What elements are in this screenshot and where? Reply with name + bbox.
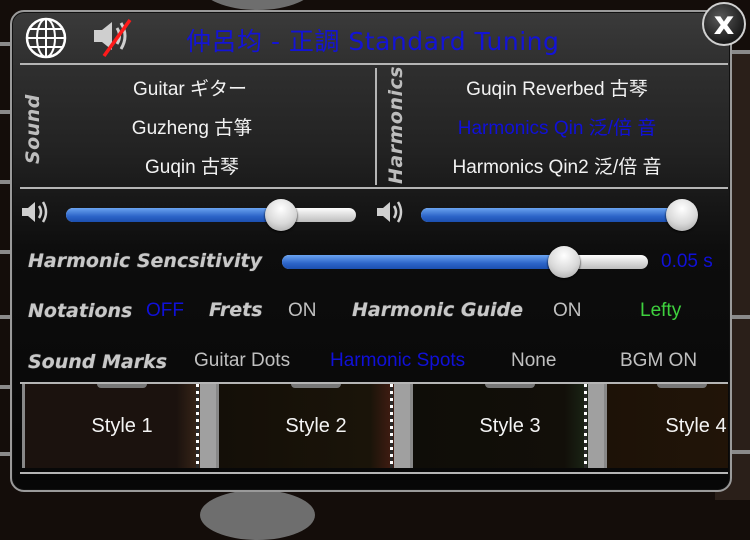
tile-separator <box>200 384 216 468</box>
speaker-muted-icon[interactable] <box>90 14 142 58</box>
style-label: Style 4 <box>665 415 727 437</box>
speaker-icon <box>377 201 403 223</box>
frets-toggle[interactable]: ON <box>288 300 317 322</box>
bgm-toggle[interactable]: BGM ON <box>620 350 697 372</box>
close-button[interactable]: x <box>702 2 746 46</box>
notations-label: Notations <box>28 300 133 322</box>
tile-notch <box>485 384 535 388</box>
section-divider <box>375 68 377 185</box>
sound-mark-guitar-dots[interactable]: Guitar Dots <box>194 350 290 372</box>
background-knob <box>200 0 315 10</box>
tile-separator <box>588 384 604 468</box>
slider-fill <box>282 255 564 269</box>
harmonics-option-qin2[interactable]: Harmonics Qin2 泛/倍 音 <box>452 152 661 179</box>
speaker-icon <box>22 201 48 223</box>
harmonics-option-qin[interactable]: Harmonics Qin 泛/倍 音 <box>458 113 656 140</box>
style-tile-2[interactable]: Style 2 <box>216 384 413 468</box>
divider <box>20 187 728 189</box>
sound-mark-harmonic-spots[interactable]: Harmonic Spots <box>330 350 465 372</box>
style-tile-1[interactable]: Style 1 <box>22 384 219 468</box>
harmonic-sensitivity-slider[interactable] <box>282 246 648 278</box>
tile-stitch <box>584 384 587 468</box>
lefty-toggle[interactable]: Lefty <box>640 300 681 322</box>
tile-stitch <box>390 384 393 468</box>
sound-mark-none[interactable]: None <box>511 350 556 372</box>
frets-label: Frets <box>209 299 263 321</box>
style-label: Style 1 <box>91 415 153 437</box>
harmonics-option-guqin-reverbed[interactable]: Guqin Reverbed 古琴 <box>466 74 648 101</box>
slider-fill <box>66 208 281 222</box>
tile-separator <box>394 384 410 468</box>
sound-option-guitar[interactable]: Guitar ギター <box>133 74 247 101</box>
style-tile-3[interactable]: Style 3 <box>410 384 607 468</box>
slider-thumb[interactable] <box>264 199 297 231</box>
harmonic-guide-toggle[interactable]: ON <box>553 300 582 322</box>
style-tile-4[interactable]: Style 4 <box>604 384 728 468</box>
slider-thumb[interactable] <box>547 246 580 278</box>
tile-stitch <box>196 384 199 468</box>
globe-icon[interactable] <box>24 16 68 60</box>
slider-thumb[interactable] <box>666 199 698 231</box>
harmonics-volume-slider[interactable] <box>421 199 698 231</box>
harmonic-guide-label: Harmonic Guide <box>352 299 523 321</box>
background-knob <box>200 490 315 540</box>
sound-marks-label: Sound Marks <box>28 351 168 373</box>
sound-section-label: Sound <box>22 94 44 164</box>
tuning-title[interactable]: 仲呂均 - 正調 Standard Tuning <box>186 22 559 58</box>
slider-fill <box>421 208 696 222</box>
divider <box>20 472 728 474</box>
style-label: Style 3 <box>479 415 541 437</box>
tile-notch <box>97 384 147 388</box>
sensitivity-value: 0.05 s <box>661 251 713 272</box>
divider <box>20 63 728 65</box>
harmonics-section-label: Harmonics <box>385 65 407 184</box>
style-label: Style 2 <box>285 415 347 437</box>
style-selector: Style 1 Style 2 Style 3 Style 4 <box>22 384 728 470</box>
notations-toggle[interactable]: OFF <box>146 300 184 322</box>
tile-notch <box>657 384 707 388</box>
tile-notch <box>291 384 341 388</box>
sound-option-guqin[interactable]: Guqin 古琴 <box>145 152 239 179</box>
harmonic-sensitivity-label: Harmonic Sencsitivity <box>28 250 263 272</box>
sound-volume-slider[interactable] <box>66 199 356 231</box>
sound-option-guzheng[interactable]: Guzheng 古箏 <box>132 113 252 140</box>
